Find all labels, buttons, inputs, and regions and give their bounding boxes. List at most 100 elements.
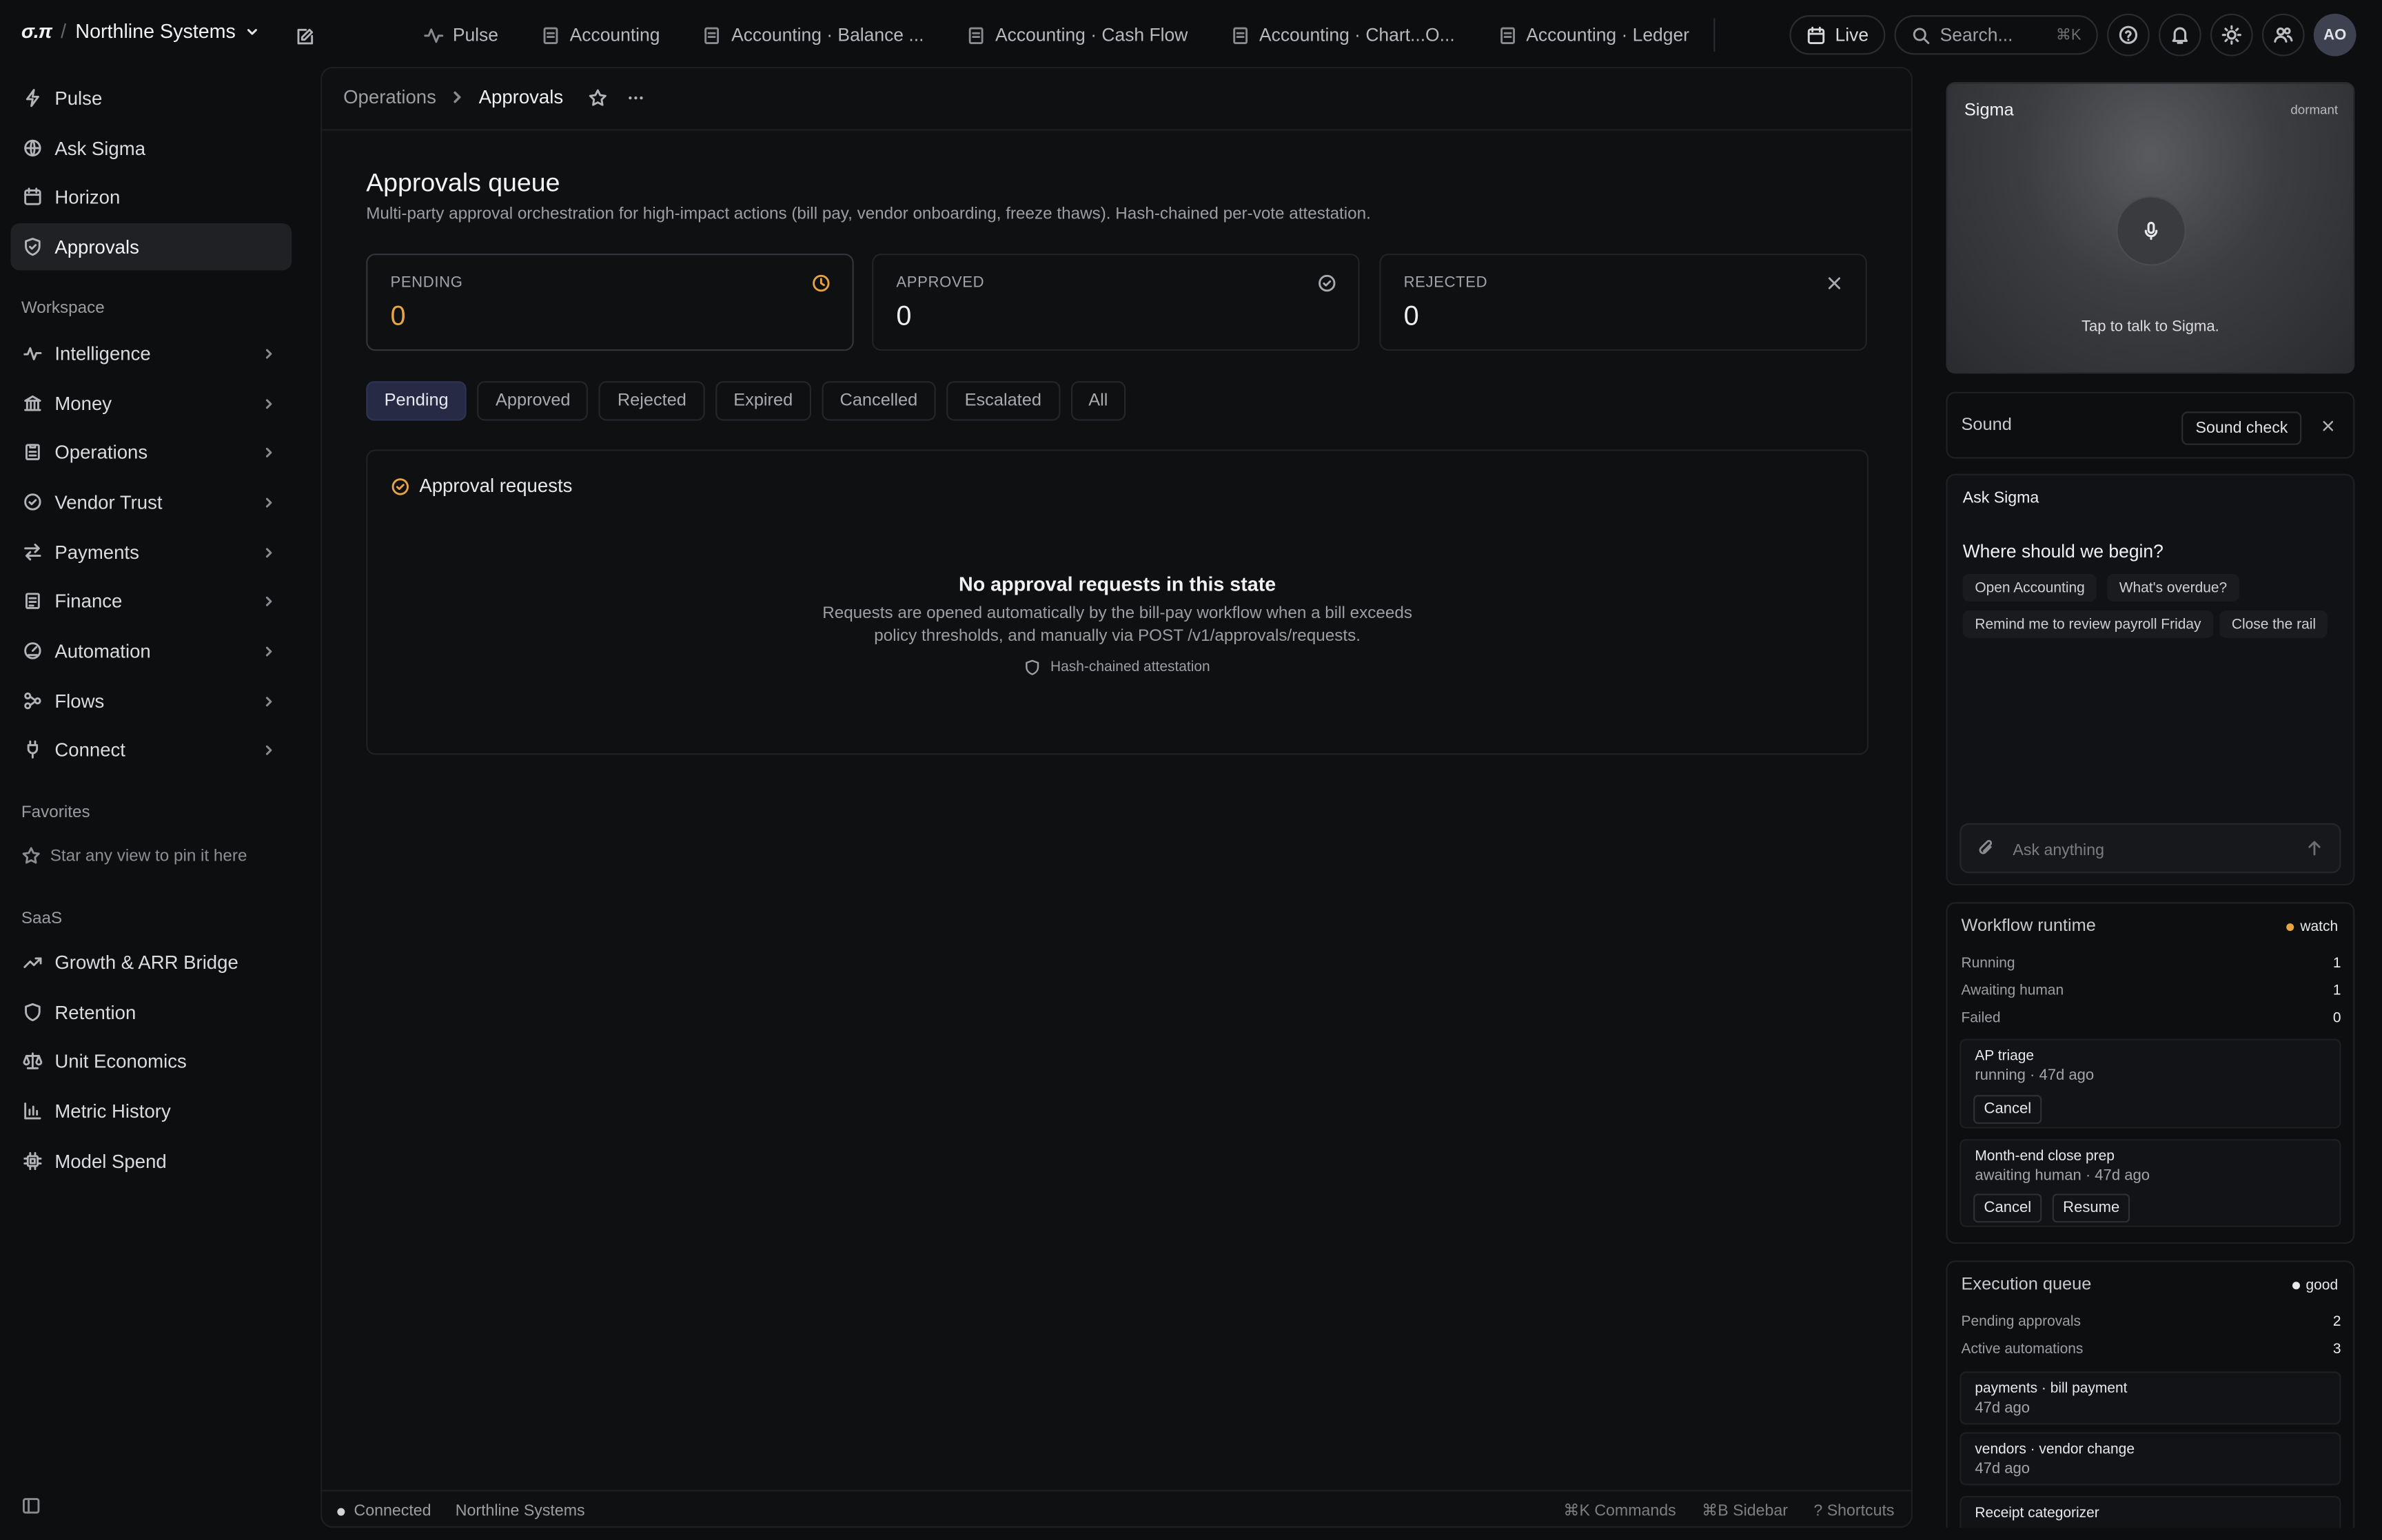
activity-icon bbox=[23, 347, 42, 360]
sidebar-toggle-icon[interactable] bbox=[21, 1496, 41, 1516]
stat-card-pending[interactable]: PENDING 0 bbox=[366, 254, 854, 351]
suggestion-chip[interactable]: Close the rail bbox=[2219, 610, 2328, 638]
sidebar-item-finance[interactable]: Finance bbox=[10, 577, 292, 624]
queue-item-name: Receipt categorizer bbox=[1975, 1505, 2099, 1522]
notifications-button[interactable] bbox=[2159, 13, 2201, 57]
org-switcher-label[interactable]: Northline Systems bbox=[75, 20, 235, 43]
filter-expired[interactable]: Expired bbox=[715, 381, 811, 421]
metric-label: Failed bbox=[1961, 1009, 2001, 1027]
avatar[interactable]: AO bbox=[2313, 13, 2356, 57]
send-icon[interactable] bbox=[2305, 839, 2325, 859]
theme-toggle[interactable] bbox=[2210, 13, 2253, 57]
breadcrumb-parent[interactable]: Operations bbox=[343, 87, 436, 108]
filter-rejected[interactable]: Rejected bbox=[599, 381, 705, 421]
cancel-button[interactable]: Cancel bbox=[1973, 1193, 2042, 1223]
workflow-runtime-panel: Workflow runtime watch Running 1 Awaiting… bbox=[1946, 902, 2355, 1244]
tab-strip: Pulse Accounting Accounting · Balance ..… bbox=[403, 0, 1716, 70]
star-icon[interactable] bbox=[587, 88, 607, 107]
shortcut-sidebar[interactable]: ⌘B Sidebar bbox=[1702, 1502, 1788, 1520]
sidebar-item-label: Vendor Trust bbox=[54, 491, 163, 513]
doc-icon bbox=[1500, 26, 1515, 43]
breadcrumb-current: Approvals bbox=[478, 86, 564, 108]
search-input[interactable]: Search... ⌘K bbox=[1894, 15, 2098, 55]
suggestion-chip[interactable]: Open Accounting bbox=[1962, 574, 2097, 602]
team-button[interactable] bbox=[2261, 13, 2305, 57]
paperclip-icon[interactable] bbox=[1977, 839, 1997, 859]
sound-label: Sound bbox=[1961, 415, 2012, 435]
stat-card-approved[interactable]: APPROVED 0 bbox=[872, 254, 1360, 351]
sidebar-item-approvals[interactable]: Approvals bbox=[10, 223, 292, 271]
ask-sigma-panel: Ask Sigma Where should we begin? Open Ac… bbox=[1946, 473, 2355, 885]
shield-icon bbox=[25, 238, 41, 256]
sidebar-item-pulse[interactable]: Pulse bbox=[10, 74, 292, 121]
tab-accounting-ledger[interactable]: Accounting · Ledger bbox=[1476, 24, 1711, 45]
sidebar-item-horizon[interactable]: Horizon bbox=[10, 173, 292, 220]
chevron-down-icon[interactable] bbox=[245, 23, 260, 39]
filter-cancelled[interactable]: Cancelled bbox=[822, 381, 936, 421]
suggestion-chip[interactable]: What's overdue? bbox=[2107, 574, 2239, 602]
filter-pending[interactable]: Pending bbox=[366, 381, 467, 421]
resume-button[interactable]: Resume bbox=[2052, 1193, 2130, 1223]
sidebar-item-payments[interactable]: Payments bbox=[10, 528, 292, 575]
tab-accounting[interactable]: Accounting bbox=[520, 24, 681, 45]
sidebar-item-connect[interactable]: Connect bbox=[10, 726, 292, 773]
more-icon[interactable] bbox=[626, 88, 646, 107]
suggestion-chip[interactable]: Remind me to review payroll Friday bbox=[1962, 610, 2214, 638]
help-button[interactable] bbox=[2107, 13, 2150, 57]
filter-all[interactable]: All bbox=[1070, 381, 1126, 421]
ask-placeholder: Ask anything bbox=[2013, 841, 2104, 860]
tab-label: Accounting · Chart...O... bbox=[1259, 24, 1455, 46]
close-icon[interactable] bbox=[2320, 418, 2337, 434]
sidebar-item-retention[interactable]: Retention bbox=[10, 989, 292, 1036]
queue-item[interactable]: Receipt categorizer bbox=[1959, 1496, 2341, 1528]
shortcut-commands[interactable]: ⌘K Commands bbox=[1563, 1502, 1676, 1520]
sidebar-item-ask-sigma[interactable]: Ask Sigma bbox=[10, 125, 292, 172]
sound-check-button[interactable]: Sound check bbox=[2181, 411, 2302, 445]
shortcut-help[interactable]: ? Shortcuts bbox=[1813, 1502, 1894, 1520]
sidebar-item-money[interactable]: Money bbox=[10, 380, 292, 427]
filter-escalated[interactable]: Escalated bbox=[946, 381, 1060, 421]
tab-accounting-balance[interactable]: Accounting · Balance ... bbox=[681, 24, 945, 45]
sidebar: Pulse Ask Sigma Horizon Approvals Worksp… bbox=[0, 70, 312, 1540]
sidebar-item-metric-history[interactable]: Metric History bbox=[10, 1087, 292, 1134]
sidebar-item-operations[interactable]: Operations bbox=[10, 429, 292, 475]
brand-separator: / bbox=[61, 19, 67, 43]
sidebar-item-label: Money bbox=[54, 392, 112, 414]
tab-label: Accounting · Ledger bbox=[1526, 24, 1689, 46]
tab-accounting-chart[interactable]: Accounting · Chart...O... bbox=[1209, 24, 1476, 45]
stat-card-rejected[interactable]: REJECTED 0 bbox=[1379, 254, 1867, 351]
section-label-saas: SaaS bbox=[21, 910, 63, 928]
stat-label: PENDING bbox=[390, 274, 463, 292]
sigma-voice-card[interactable]: Sigma dormant Tap to talk to Sigma. bbox=[1946, 82, 2355, 374]
live-button[interactable]: Live bbox=[1789, 15, 1886, 55]
queue-item[interactable]: payments · bill payment 47d ago bbox=[1959, 1371, 2341, 1425]
tab-accounting-cash-flow[interactable]: Accounting · Cash Flow bbox=[945, 24, 1209, 45]
sidebar-item-flows[interactable]: Flows bbox=[10, 677, 292, 724]
sidebar-item-model-spend[interactable]: Model Spend bbox=[10, 1138, 292, 1184]
queue-item-name: payments · bill payment bbox=[1975, 1380, 2128, 1397]
sidebar-item-intelligence[interactable]: Intelligence bbox=[10, 329, 292, 376]
panel-title: Workflow runtime bbox=[1961, 917, 2096, 936]
page-subtitle: Multi-party approval orchestration for h… bbox=[366, 205, 1371, 224]
tab-pulse[interactable]: Pulse bbox=[403, 24, 520, 45]
sidebar-item-growth[interactable]: Growth & ARR Bridge bbox=[10, 938, 292, 985]
queue-item[interactable]: vendors · vendor change 47d ago bbox=[1959, 1432, 2341, 1486]
mic-button[interactable] bbox=[2116, 196, 2186, 266]
section-label-workspace: Workspace bbox=[21, 299, 105, 318]
execution-queue-panel: Execution queue good Pending approvals 2 … bbox=[1946, 1260, 2355, 1528]
sidebar-item-unit-economics[interactable]: Unit Economics bbox=[10, 1037, 292, 1084]
sidebar-item-automation[interactable]: Automation bbox=[10, 627, 292, 674]
status-dot bbox=[2286, 923, 2294, 932]
search-shortcut: ⌘K bbox=[2055, 26, 2081, 43]
brand[interactable]: σ.π / Northline Systems bbox=[21, 20, 260, 43]
sidebar-item-vendor-trust[interactable]: Vendor Trust bbox=[10, 478, 292, 525]
compose-icon[interactable] bbox=[295, 28, 315, 48]
filter-approved[interactable]: Approved bbox=[477, 381, 589, 421]
calendar-icon bbox=[24, 187, 41, 205]
cancel-button[interactable]: Cancel bbox=[1973, 1095, 2042, 1125]
metric-row: Pending approvals 2 bbox=[1961, 1314, 2341, 1331]
close-icon bbox=[1828, 277, 1841, 289]
ask-input[interactable]: Ask anything bbox=[1959, 823, 2341, 874]
logo: σ.π bbox=[21, 19, 52, 43]
breadcrumb: Operations Approvals bbox=[343, 86, 646, 108]
